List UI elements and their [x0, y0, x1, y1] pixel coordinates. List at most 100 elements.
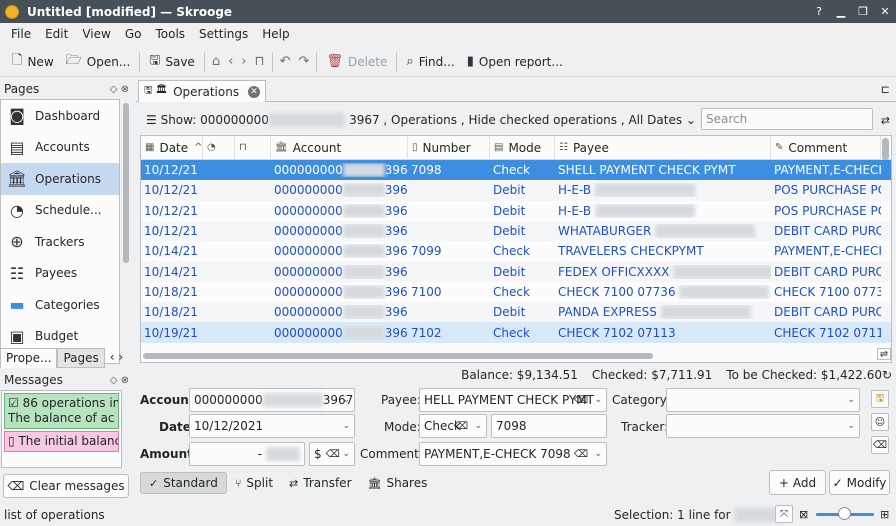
filter-settings-icon[interactable]: ⇄: [881, 114, 890, 127]
page-item-accounts[interactable]: ▤ Accounts: [1, 132, 119, 164]
forward-icon[interactable]: ›: [237, 54, 250, 69]
menu-view[interactable]: View: [75, 27, 117, 41]
minimize-icon[interactable]: ▁: [830, 5, 852, 18]
favorite-icon[interactable]: ☺: [871, 413, 889, 431]
table-row[interactable]: 10/19/21 000000000xxxx3967 7102 Check CH…: [141, 322, 891, 343]
new-button[interactable]: 🗋 New: [6, 50, 60, 74]
tab-operations[interactable]: 🖫 🏛 Operations ✕: [138, 80, 266, 102]
tab-menu-icon[interactable]: ⊏: [881, 83, 890, 96]
table-row[interactable]: 10/14/21 000000000xxxx3967 7099 Check TR…: [141, 241, 891, 261]
message-item[interactable]: ▯ The initial balanc: [4, 431, 119, 452]
page-item-categories[interactable]: ▬ Categories: [1, 289, 119, 321]
panel-float-icon[interactable]: ◇ ⊗: [110, 375, 129, 386]
table-row[interactable]: 10/12/21 000000000xxxx3967 Debit H-E-B x…: [141, 201, 891, 221]
zoom-in-icon[interactable]: ⊞: [880, 508, 889, 521]
pages-scrollbar-thumb[interactable]: [123, 103, 129, 263]
selection-text: Selection: 1 line for xxxx: [614, 507, 785, 522]
help-icon[interactable]: ?: [808, 5, 830, 18]
bookmark-icon[interactable]: ⊓: [250, 54, 268, 69]
zoom-slider-handle[interactable]: [838, 507, 851, 520]
currency-select[interactable]: $ ⌫ ⌄: [309, 442, 355, 466]
clear-icon[interactable]: ⌫: [574, 449, 588, 460]
back-icon[interactable]: ‹: [224, 54, 237, 69]
undo-icon[interactable]: ↶: [276, 54, 295, 69]
tracker-select[interactable]: ⌄: [666, 414, 860, 438]
menu-edit[interactable]: Edit: [38, 27, 75, 41]
search-input[interactable]: Search: [701, 108, 873, 130]
open-button[interactable]: 🗁 Open...: [60, 50, 137, 74]
column-date[interactable]: ▦ Date ^: [141, 136, 203, 160]
operations-table: ▦ Date ^ ◔ ⊓ 🏛 Account ▯ Number ▤ Mode ☷ Payee…: [140, 135, 892, 363]
table-row[interactable]: 10/12/21 000000000xxxx3967 Debit WHATABU…: [141, 220, 891, 242]
menu-help[interactable]: Help: [255, 27, 296, 41]
comment-field[interactable]: PAYMENT,E-CHECK 7098 ⌫ ⌄: [419, 442, 607, 466]
maximize-icon[interactable]: ❐: [852, 5, 874, 18]
tab-pages[interactable]: Pages: [57, 348, 105, 368]
redo-icon[interactable]: ↷: [295, 54, 314, 69]
close-window-icon[interactable]: ✕: [874, 5, 896, 18]
save-template-icon[interactable]: 🖫: [871, 390, 889, 408]
show-filter[interactable]: ☰ Show: 0000000000000000000 3967 , Opera…: [140, 113, 696, 127]
page-item-trackers[interactable]: ⊕ Trackers: [1, 226, 119, 258]
category-select[interactable]: ⌄: [666, 388, 860, 412]
clear-form-icon[interactable]: ⌫: [871, 436, 889, 454]
page-item-dashboard[interactable]: ◙ Dashboard: [1, 100, 119, 132]
cell-comment: CHECK 7102 071133: [774, 325, 881, 340]
open-report-button[interactable]: ▮ Open report...: [461, 50, 569, 74]
column-bookmark[interactable]: ⊓: [235, 136, 271, 160]
save-button[interactable]: 🖫 Save: [143, 50, 201, 74]
table-row[interactable]: 10/12/21 000000000xxxx3967 7098 Check SH…: [141, 160, 891, 181]
page-item-operations[interactable]: 🏛 Operations: [1, 163, 119, 195]
add-button[interactable]: + Add: [769, 470, 826, 495]
cell-mode: Debit: [493, 305, 526, 320]
delete-button[interactable]: 🗑 Delete: [320, 50, 393, 74]
column-status[interactable]: ◔: [203, 136, 235, 160]
table-horizontal-scrollbar[interactable]: [143, 353, 653, 359]
table-row[interactable]: 10/18/21 000000000xxxx3967 7100 Check CH…: [141, 282, 891, 302]
dock-tabs-scroll-icon[interactable]: ‹ ›: [105, 348, 128, 368]
amount-field[interactable]: -xxxx: [189, 442, 305, 466]
column-account[interactable]: 🏛 Account: [271, 136, 408, 160]
menu-tools[interactable]: Tools: [148, 27, 192, 41]
table-row[interactable]: 10/18/21 000000000xxxx3967 Debit PANDA E…: [141, 302, 891, 323]
table-vertical-scrollbar[interactable]: [882, 138, 889, 160]
payee-field[interactable]: HELL PAYMENT CHECK PYMT ⌫ ⌄: [419, 388, 607, 412]
clear-icon[interactable]: ⌫: [454, 421, 468, 432]
clear-messages-button[interactable]: ⌫ Clear messages: [3, 474, 129, 498]
find-button[interactable]: ⌕ Find...: [400, 50, 460, 74]
clear-icon[interactable]: ⌫: [574, 395, 588, 406]
tab-shares[interactable]: 🏛 Shares: [360, 472, 436, 494]
panel-float-icon[interactable]: ◇ ⊗: [110, 84, 129, 95]
date-field[interactable]: 10/12/2021 ⌄: [189, 414, 355, 438]
table-settings-icon[interactable]: ⇌: [877, 348, 891, 360]
page-item-schedule[interactable]: ◔ Schedule...: [1, 195, 119, 227]
tab-properties[interactable]: Prope...: [0, 348, 58, 368]
page-item-payees[interactable]: ☷ Payees: [1, 258, 119, 290]
chevron-down-icon: ⌄: [342, 449, 350, 459]
close-tab-icon[interactable]: ✕: [248, 85, 260, 98]
home-icon[interactable]: ⌂: [208, 54, 224, 69]
message-item[interactable]: ☑ 86 operations im The balance of ac: [4, 393, 119, 429]
column-mode[interactable]: ▤ Mode: [490, 136, 555, 160]
trash-icon: 🗑: [326, 54, 343, 69]
account-select[interactable]: 000000000xxxx3967⌄: [189, 388, 355, 412]
clear-icon[interactable]: ⌫: [326, 449, 340, 460]
menu-settings[interactable]: Settings: [192, 27, 255, 41]
fit-icon[interactable]: ⤧: [775, 505, 793, 523]
number-field[interactable]: 7098: [491, 414, 607, 438]
column-comment[interactable]: ✎ Comment: [771, 136, 881, 160]
refresh-icon[interactable]: ↻: [882, 368, 892, 382]
tab-transfer[interactable]: ⇄ Transfer: [281, 472, 359, 494]
pages-scrollbar[interactable]: [122, 99, 130, 364]
column-number[interactable]: ▯ Number: [408, 136, 490, 160]
zoom-out-icon[interactable]: ⊠: [799, 508, 808, 521]
table-row[interactable]: 10/12/21 000000000xxxx3967 Debit H-E-B x…: [141, 180, 891, 201]
tab-split[interactable]: ⑂ Split: [227, 472, 281, 494]
menu-file[interactable]: File: [4, 27, 38, 41]
modify-button[interactable]: ✓ Modify: [829, 470, 890, 495]
column-payee[interactable]: ☷ Payee: [555, 136, 771, 160]
menu-go[interactable]: Go: [118, 27, 149, 41]
table-row[interactable]: 10/14/21 000000000xxxx3967 Debit FEDEX O…: [141, 261, 891, 282]
mode-select[interactable]: Check ⌫ ⌄: [419, 414, 487, 438]
tab-standard[interactable]: ✓ Standard: [140, 472, 227, 494]
